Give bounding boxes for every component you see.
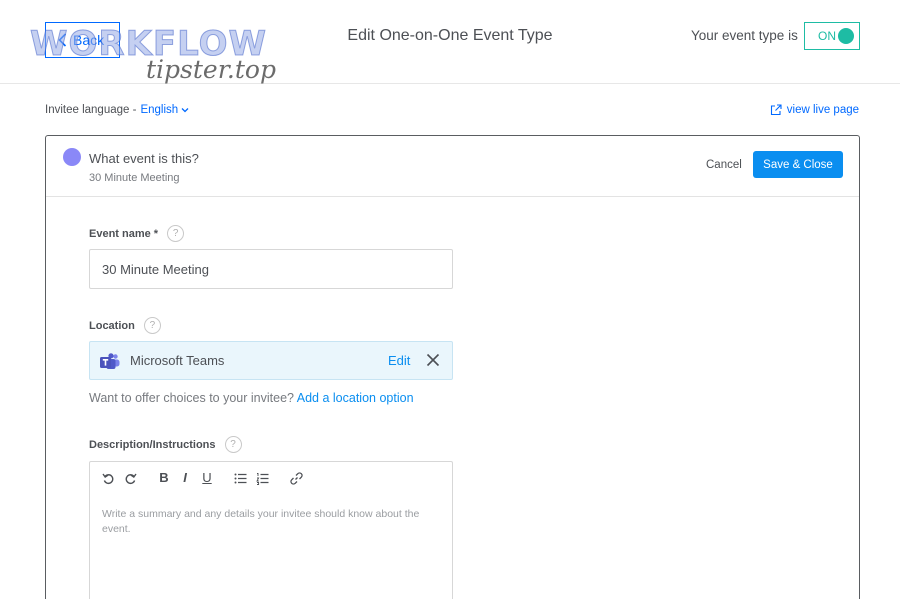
undo-icon[interactable] [101, 471, 115, 485]
bold-icon[interactable]: B [157, 471, 171, 485]
numbered-list-icon[interactable] [255, 471, 269, 485]
description-label-row: Description/Instructions ? [89, 436, 242, 453]
description-placeholder[interactable]: Write a summary and any details your inv… [102, 507, 432, 537]
location-edit-link[interactable]: Edit [388, 353, 410, 369]
underline-icon[interactable]: U [200, 471, 214, 485]
event-name-label: Event name * [89, 227, 159, 240]
language-value: English [140, 104, 179, 116]
panel-title: What event is this? [89, 151, 199, 166]
link-icon[interactable] [289, 471, 303, 485]
redo-icon[interactable] [123, 471, 137, 485]
help-icon[interactable]: ? [143, 317, 161, 334]
help-icon[interactable]: ? [224, 436, 242, 453]
top-bar: Back WORKFLOW tipster.top Edit One-on-On… [0, 0, 900, 84]
invitee-language-label: Invitee language - [45, 104, 137, 116]
external-link-icon [770, 104, 782, 116]
location-name: Microsoft Teams [130, 353, 225, 368]
watermark-logo-bottom: tipster.top [146, 55, 276, 84]
invitee-language: Invitee language - English [45, 103, 189, 117]
location-label: Location [89, 319, 135, 332]
add-location-option-link[interactable]: Add a location option [297, 391, 414, 405]
event-status-label: Your event type is [691, 28, 798, 43]
description-label: Description/Instructions [89, 438, 216, 451]
event-details-panel: What event is this? 30 Minute Meeting Ca… [45, 135, 860, 599]
panel-subtitle: 30 Minute Meeting [89, 172, 180, 184]
help-icon[interactable]: ? [167, 225, 185, 242]
bullet-list-icon[interactable] [233, 471, 247, 485]
chevron-down-icon [181, 108, 189, 113]
location-hint-text: Want to offer choices to your invitee? [89, 391, 294, 405]
event-name-input[interactable]: 30 Minute Meeting [89, 249, 453, 289]
location-label-row: Location ? [89, 317, 161, 334]
event-color-dot [63, 148, 81, 166]
description-editor: B I U Write a summary and any details yo… [89, 461, 453, 599]
location-hint: Want to offer choices to your invitee? A… [89, 390, 414, 406]
italic-icon[interactable]: I [178, 471, 192, 485]
event-status-toggle[interactable]: ON [804, 22, 860, 50]
location-option: Microsoft Teams Edit [89, 341, 453, 380]
view-live-page-label: view live page [786, 104, 859, 116]
view-live-page-link[interactable]: view live page [770, 103, 859, 117]
save-close-button[interactable]: Save & Close [753, 151, 843, 178]
close-icon[interactable] [426, 353, 440, 367]
toggle-label: ON [818, 29, 836, 43]
event-name-label-row: Event name * ? [89, 225, 185, 242]
microsoft-teams-icon [100, 353, 120, 369]
panel-header: What event is this? 30 Minute Meeting Ca… [46, 136, 859, 197]
language-dropdown[interactable]: English [140, 103, 189, 117]
editor-toolbar: B I U [90, 462, 452, 496]
toggle-knob [838, 28, 854, 44]
cancel-button[interactable]: Cancel [706, 158, 742, 172]
